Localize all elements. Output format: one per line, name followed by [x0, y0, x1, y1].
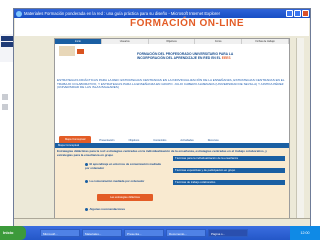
tab-mapa-conceptual[interactable]: Mapa Conceptual: [59, 136, 92, 143]
screen: Materiales Formación ponderada en la red…: [0, 0, 320, 240]
concept-item[interactable]: El aprendizaje en entornos de comunicaci…: [85, 163, 165, 170]
project-logo-accent: [77, 49, 84, 54]
slide-bullet-icon: [2, 94, 8, 100]
taskbar: Inicio Microsoft... Materiales... Presen…: [0, 226, 320, 240]
nav-item-fichas[interactable]: Fichas de trabajo: [242, 39, 289, 44]
concept-map-panel: Estrategias didácticas para la red: estr…: [55, 148, 289, 218]
nav-item-usuarios[interactable]: Usuarios: [102, 39, 149, 44]
page-banner: FORMACIÓN ON-LINE: [15, 18, 309, 36]
deco-bar: [1, 42, 13, 47]
bullet-icon: [85, 208, 88, 211]
project-title: FORMACIÓN DEL PROFESORADO UNIVERSITARIO …: [137, 52, 285, 60]
concept-box[interactable]: Técnicas expositivas y de participación …: [173, 168, 285, 174]
taskbar-item[interactable]: Presenta...: [124, 229, 164, 237]
window-titlebar[interactable]: Materiales Formación ponderada en la red…: [14, 9, 310, 18]
bullet-icon: [85, 180, 88, 183]
project-title-highlight: EEES: [221, 56, 231, 60]
banner-heading: FORMACIÓN ON-LINE: [130, 18, 245, 29]
start-button[interactable]: Inicio: [0, 226, 26, 240]
nav-item-objetivos[interactable]: Objetivos: [149, 39, 196, 44]
project-title-line2: INCORPORACIÓN DEL APRENDIZAJE EN RED EN …: [137, 56, 285, 60]
deco-bar: [1, 36, 13, 41]
concept-highlight-button[interactable]: Las estrategias didácticas: [97, 194, 153, 201]
concept-item-label: La comunicación mediada por ordenador: [89, 179, 145, 184]
nav-item-inicio[interactable]: Inicio: [55, 39, 102, 44]
site-nav: Inicio Usuarios Objetivos Foros Fichas d…: [55, 39, 289, 44]
taskbar-item[interactable]: Página s...: [208, 229, 248, 237]
concept-item-label: El aprendizaje en entornos de comunicaci…: [85, 162, 161, 170]
nav-item-foros[interactable]: Foros: [195, 39, 243, 44]
slide-bullet-icon: [2, 104, 8, 110]
slide-decoration: [0, 34, 14, 62]
project-title-line2-text: INCORPORACIÓN DEL APRENDIZAJE EN RED EN …: [137, 56, 221, 60]
taskbar-item[interactable]: Microsoft...: [40, 229, 80, 237]
tab-bar: Mapa Conceptual Presentación Objetivos C…: [59, 136, 285, 143]
system-tray-clock: 12:00: [290, 226, 320, 240]
browser-window: Materiales Formación ponderada en la red…: [13, 8, 311, 226]
intro-text: Estrategias didácticas para la red: estr…: [57, 78, 285, 90]
window-controls: [286, 10, 309, 17]
taskbar-item[interactable]: Materiales...: [82, 229, 122, 237]
taskbar-item[interactable]: Documento...: [166, 229, 206, 237]
maximize-icon[interactable]: [294, 10, 301, 17]
concept-item-label: Algunas recomendaciones: [89, 207, 126, 212]
concept-item[interactable]: La comunicación mediada por ordenador: [85, 179, 171, 184]
vertical-scrollbar[interactable]: [296, 38, 304, 218]
minimize-icon[interactable]: [286, 10, 293, 17]
concept-box[interactable]: Técnicas de trabajo colaborativo: [173, 180, 285, 186]
window-title: Materiales Formación ponderada en la red…: [24, 11, 220, 16]
internet-explorer-icon: [16, 10, 22, 17]
status-bar: [14, 218, 310, 226]
page-content: Inicio Usuarios Objetivos Foros Fichas d…: [54, 38, 290, 218]
close-icon[interactable]: [302, 10, 309, 17]
concept-item[interactable]: Algunas recomendaciones: [85, 207, 165, 212]
project-logo: [59, 46, 75, 56]
concept-box[interactable]: Técnicas para la individualización de la…: [173, 156, 285, 162]
